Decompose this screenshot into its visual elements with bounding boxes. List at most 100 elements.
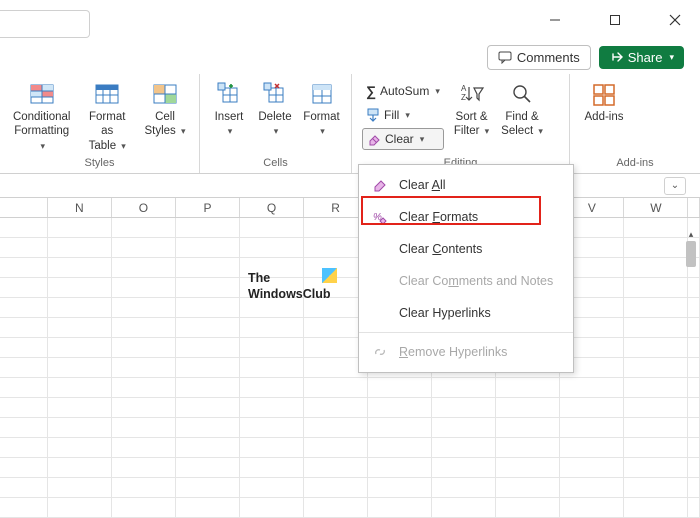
cell[interactable]: [240, 338, 304, 358]
column-header[interactable]: O: [112, 198, 176, 217]
scroll-up-icon[interactable]: ▴: [685, 228, 697, 240]
cell[interactable]: [112, 298, 176, 318]
cell[interactable]: [112, 278, 176, 298]
cell[interactable]: [624, 478, 688, 498]
cell[interactable]: [48, 278, 112, 298]
cell[interactable]: [0, 458, 48, 478]
cell[interactable]: [176, 378, 240, 398]
cell[interactable]: [112, 438, 176, 458]
cell[interactable]: [368, 438, 432, 458]
cell[interactable]: [112, 378, 176, 398]
cell[interactable]: [176, 318, 240, 338]
cell[interactable]: [432, 458, 496, 478]
cell[interactable]: [496, 398, 560, 418]
clear-hyperlinks-item[interactable]: Clear Hyperlinks: [359, 297, 573, 329]
cell[interactable]: [432, 418, 496, 438]
cell[interactable]: [432, 478, 496, 498]
cell[interactable]: [624, 398, 688, 418]
cell[interactable]: [624, 318, 688, 338]
format-as-table-button[interactable]: Format asTable ▾: [77, 78, 137, 155]
cell[interactable]: [0, 358, 48, 378]
fill-button[interactable]: Fill ▾: [362, 104, 444, 126]
cell[interactable]: [240, 358, 304, 378]
insert-button[interactable]: Insert▾: [206, 78, 252, 141]
cell[interactable]: [240, 458, 304, 478]
cell[interactable]: [48, 298, 112, 318]
cell-styles-button[interactable]: CellStyles ▾: [137, 78, 193, 155]
clear-button[interactable]: Clear ▾: [362, 128, 444, 150]
autosum-button[interactable]: ∑ AutoSum ▾: [362, 80, 444, 102]
cell[interactable]: [48, 478, 112, 498]
sort-filter-button[interactable]: AZ Sort &Filter ▾: [448, 78, 495, 152]
cell[interactable]: [176, 258, 240, 278]
format-button[interactable]: Format▾: [298, 78, 345, 141]
cell[interactable]: [176, 338, 240, 358]
addins-button[interactable]: Add-ins: [576, 78, 632, 126]
cell[interactable]: [0, 498, 48, 518]
column-header[interactable]: [688, 198, 700, 217]
cell[interactable]: [176, 458, 240, 478]
cell[interactable]: [112, 458, 176, 478]
delete-button[interactable]: Delete▾: [252, 78, 298, 141]
cell[interactable]: [240, 498, 304, 518]
cell[interactable]: [112, 478, 176, 498]
formula-bar-expand[interactable]: ⌄: [664, 177, 686, 195]
cell[interactable]: [176, 218, 240, 238]
cell[interactable]: [0, 338, 48, 358]
cell[interactable]: [112, 418, 176, 438]
cell[interactable]: [48, 238, 112, 258]
cell[interactable]: [0, 398, 48, 418]
cell[interactable]: [240, 378, 304, 398]
cell[interactable]: [560, 458, 624, 478]
close-button[interactable]: [660, 5, 690, 35]
cell[interactable]: [304, 438, 368, 458]
cell[interactable]: [112, 338, 176, 358]
cell[interactable]: [240, 318, 304, 338]
cell[interactable]: [0, 278, 48, 298]
cell[interactable]: [624, 378, 688, 398]
cell[interactable]: [48, 398, 112, 418]
cell[interactable]: [496, 438, 560, 458]
clear-contents-item[interactable]: Clear Contents: [359, 233, 573, 265]
cell[interactable]: [0, 378, 48, 398]
maximize-button[interactable]: [600, 5, 630, 35]
cell[interactable]: [176, 418, 240, 438]
share-button[interactable]: Share ▾: [599, 46, 684, 69]
cell[interactable]: [112, 258, 176, 278]
column-header[interactable]: [0, 198, 48, 217]
cell[interactable]: [112, 318, 176, 338]
cell[interactable]: [304, 418, 368, 438]
spreadsheet-grid[interactable]: [0, 218, 700, 518]
cell[interactable]: [176, 498, 240, 518]
cell[interactable]: [112, 398, 176, 418]
cell[interactable]: [48, 498, 112, 518]
cell[interactable]: [432, 378, 496, 398]
cell[interactable]: [304, 478, 368, 498]
cell[interactable]: [496, 458, 560, 478]
column-header[interactable]: N: [48, 198, 112, 217]
cell[interactable]: [0, 258, 48, 278]
cell[interactable]: [176, 298, 240, 318]
cell[interactable]: [112, 238, 176, 258]
cell[interactable]: [48, 418, 112, 438]
cell[interactable]: [624, 438, 688, 458]
cell[interactable]: [560, 418, 624, 438]
cell[interactable]: [176, 398, 240, 418]
cell[interactable]: [112, 358, 176, 378]
cell[interactable]: [624, 358, 688, 378]
cell[interactable]: [304, 398, 368, 418]
find-select-button[interactable]: Find &Select ▾: [495, 78, 549, 152]
cell[interactable]: [176, 278, 240, 298]
cell[interactable]: [624, 418, 688, 438]
column-header[interactable]: Q: [240, 198, 304, 217]
cell[interactable]: [496, 498, 560, 518]
cell[interactable]: [496, 478, 560, 498]
cell[interactable]: [0, 318, 48, 338]
cell[interactable]: [240, 218, 304, 238]
cell[interactable]: [0, 438, 48, 458]
cell[interactable]: [0, 478, 48, 498]
cell[interactable]: [560, 478, 624, 498]
cell[interactable]: [48, 458, 112, 478]
cell[interactable]: [624, 238, 688, 258]
cell[interactable]: [368, 498, 432, 518]
